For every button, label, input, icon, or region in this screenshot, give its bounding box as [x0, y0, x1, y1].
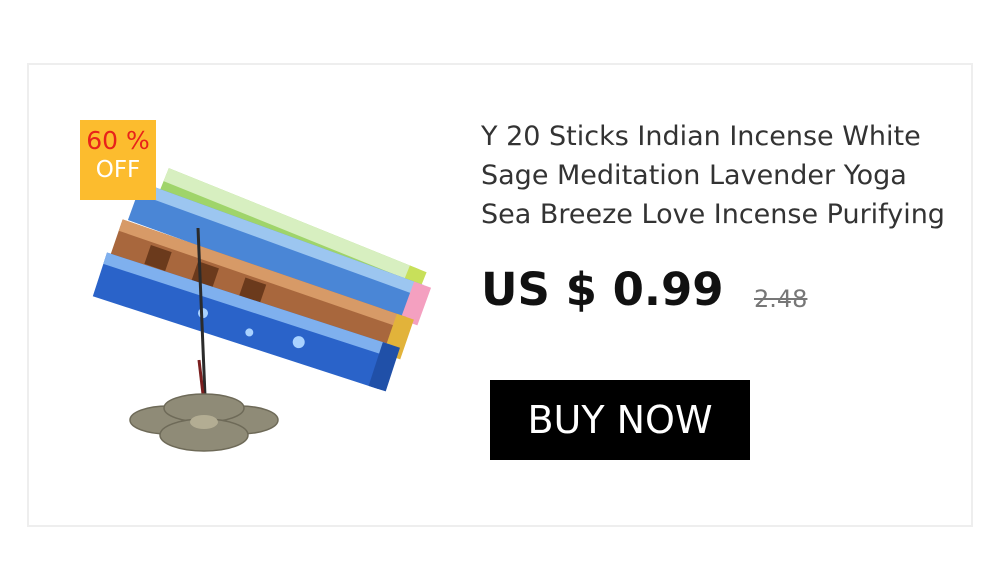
- discount-badge: 60 % OFF: [80, 120, 156, 200]
- discount-percent: 60 %: [86, 126, 150, 155]
- discount-off-label: OFF: [95, 157, 141, 183]
- current-price: US $ 0.99: [481, 263, 724, 316]
- buy-now-button[interactable]: BUY NOW: [490, 380, 750, 460]
- original-price: 2.48: [754, 285, 808, 313]
- product-title[interactable]: Y 20 Sticks Indian Incense White Sage Me…: [481, 117, 961, 234]
